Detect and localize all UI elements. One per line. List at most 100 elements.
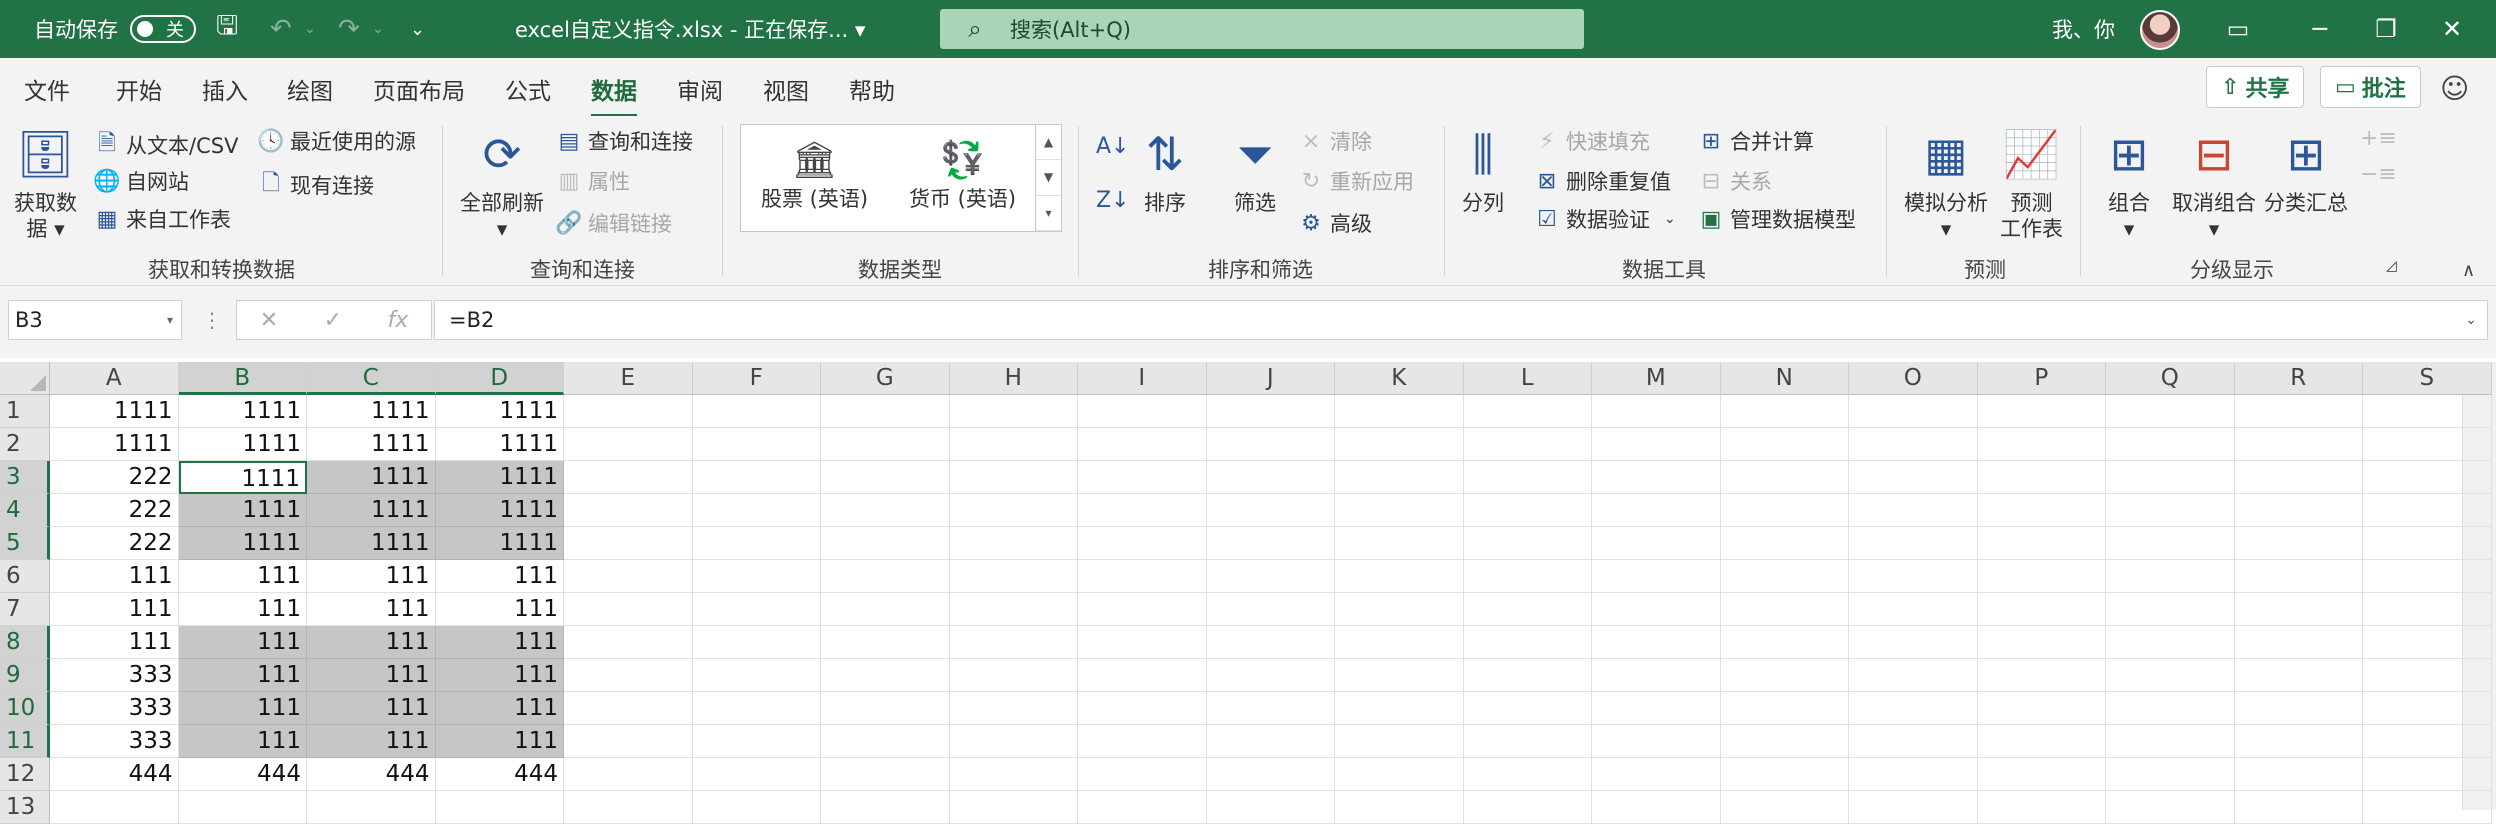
ribbon-display-icon[interactable]: ▭ [2218,0,2258,58]
cell-a12[interactable]: 444 [50,758,179,791]
cell-o5[interactable] [1849,527,1978,560]
tab-data[interactable]: 数据 [591,72,637,118]
cell-m5[interactable] [1592,527,1721,560]
cell-c12[interactable]: 444 [307,758,436,791]
cell-h8[interactable] [949,626,1078,659]
cell-b6[interactable]: 111 [178,560,307,593]
cell-c4[interactable]: 1111 [307,494,436,527]
enter-icon[interactable]: ✓ [324,308,342,333]
cell-o8[interactable] [1849,626,1978,659]
column-header-g[interactable]: G [821,362,950,395]
cell-p5[interactable] [1977,527,2106,560]
show-detail-button[interactable]: +≡ [2360,126,2397,151]
undo-dropdown-icon[interactable]: ⌄ [304,0,316,58]
cell-e11[interactable] [564,725,693,758]
cell-p8[interactable] [1977,626,2106,659]
cell-j9[interactable] [1206,659,1335,692]
cell-l1[interactable] [1463,395,1592,428]
cell-n9[interactable] [1720,659,1849,692]
cell-k8[interactable] [1335,626,1464,659]
cell-r13[interactable] [2234,791,2363,824]
cell-g10[interactable] [821,692,950,725]
search-box[interactable]: ⌕ 搜索(Alt+Q) [940,9,1584,49]
cell-a11[interactable]: 333 [50,725,179,758]
cell-f4[interactable] [692,494,821,527]
worksheet-grid[interactable]: ▲ ABCDEFGHIJKLMNOPQRS1111111111111111121… [0,362,2496,824]
cell-e10[interactable] [564,692,693,725]
avatar[interactable] [2140,10,2180,50]
cell-b3[interactable]: 1111 [178,461,307,494]
cell-o7[interactable] [1849,593,1978,626]
tab-review[interactable]: 审阅 [677,72,723,106]
cell-a10[interactable]: 333 [50,692,179,725]
cell-c3[interactable]: 1111 [307,461,436,494]
cell-g6[interactable] [821,560,950,593]
cell-s3[interactable] [2363,461,2492,494]
tab-file[interactable]: 文件 [24,72,70,106]
cell-d2[interactable]: 1111 [435,428,564,461]
text-to-columns-button[interactable]: ⫼ 分列 [1462,124,1504,216]
cell-s6[interactable] [2363,560,2492,593]
formula-bar-resize-icon[interactable]: ⋮ [202,308,222,332]
cell-g5[interactable] [821,527,950,560]
cell-q8[interactable] [2106,626,2235,659]
column-header-p[interactable]: P [1977,362,2106,395]
undo-icon[interactable]: ↶ [270,0,292,58]
cell-m1[interactable] [1592,395,1721,428]
column-header-h[interactable]: H [949,362,1078,395]
cell-e1[interactable] [564,395,693,428]
tab-page-layout[interactable]: 页面布局 [373,72,465,106]
cell-l8[interactable] [1463,626,1592,659]
cell-p12[interactable] [1977,758,2106,791]
cell-o10[interactable] [1849,692,1978,725]
cell-m12[interactable] [1592,758,1721,791]
cell-d4[interactable]: 1111 [435,494,564,527]
cell-d8[interactable]: 111 [435,626,564,659]
cell-m2[interactable] [1592,428,1721,461]
cell-f3[interactable] [692,461,821,494]
cell-i10[interactable] [1078,692,1207,725]
cell-o11[interactable] [1849,725,1978,758]
cell-i12[interactable] [1078,758,1207,791]
cell-g13[interactable] [821,791,950,824]
cell-k13[interactable] [1335,791,1464,824]
cell-l3[interactable] [1463,461,1592,494]
restore-icon[interactable]: ❐ [2366,0,2406,58]
cell-r10[interactable] [2234,692,2363,725]
cell-i1[interactable] [1078,395,1207,428]
column-header-e[interactable]: E [564,362,693,395]
cell-e5[interactable] [564,527,693,560]
cell-h3[interactable] [949,461,1078,494]
cell-l12[interactable] [1463,758,1592,791]
cell-m6[interactable] [1592,560,1721,593]
currencies-data-type[interactable]: 💱 货币 (英语) [909,139,1016,213]
cell-m7[interactable] [1592,593,1721,626]
cell-b4[interactable]: 1111 [178,494,307,527]
cell-r2[interactable] [2234,428,2363,461]
cell-m8[interactable] [1592,626,1721,659]
cell-d7[interactable]: 111 [435,593,564,626]
column-header-s[interactable]: S [2363,362,2492,395]
cell-b12[interactable]: 444 [178,758,307,791]
cell-f13[interactable] [692,791,821,824]
from-table-button[interactable]: ▦ 来自工作表 [92,204,231,234]
cell-c9[interactable]: 111 [307,659,436,692]
tab-view[interactable]: 视图 [763,72,809,106]
cell-o4[interactable] [1849,494,1978,527]
cell-n7[interactable] [1720,593,1849,626]
cell-p2[interactable] [1977,428,2106,461]
get-data-button[interactable]: 🗄 获取数 据 ▾ [14,124,77,242]
row-header-9[interactable]: 9 [0,659,50,692]
cell-p3[interactable] [1977,461,2106,494]
minimize-icon[interactable]: ─ [2300,0,2340,58]
autosave-toggle[interactable]: 关 [130,0,196,58]
tab-formulas[interactable]: 公式 [505,72,551,106]
cell-q9[interactable] [2106,659,2235,692]
cell-l11[interactable] [1463,725,1592,758]
cell-h4[interactable] [949,494,1078,527]
cell-b10[interactable]: 111 [178,692,307,725]
cell-m3[interactable] [1592,461,1721,494]
select-all-button[interactable] [0,362,50,395]
cell-m13[interactable] [1592,791,1721,824]
cell-s5[interactable] [2363,527,2492,560]
